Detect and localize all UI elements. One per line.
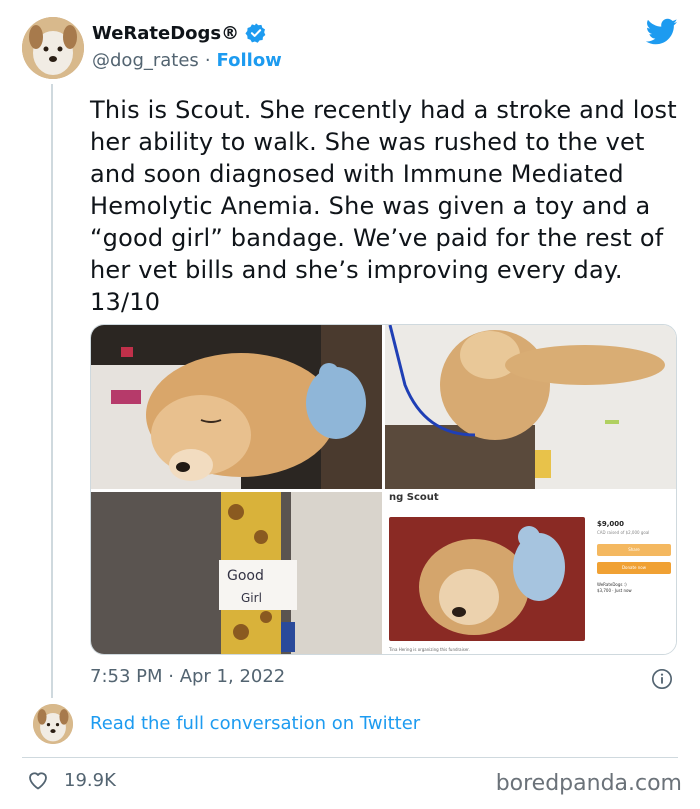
photo-dog-leash[interactable] [385,325,676,489]
fundraiser-title: ng Scout [389,492,439,503]
tweet-text: This is Scout. She recently had a stroke… [90,96,677,316]
fundraiser-amount-sub: CAD raised of $2,000 goal [597,530,650,535]
follow-button[interactable]: Follow [217,50,282,71]
thread-line [51,84,53,698]
bandage-text-girl: Girl [241,591,262,605]
bandage-text-good: Good [227,568,264,584]
fundraiser-footer: Tina Hering is organizing this fundraise… [389,647,470,652]
separator-dot: · [204,50,211,71]
tweet-media-grid[interactable]: Good Girl ng Scout $9,000 CAD raised of … [90,324,677,655]
boredpanda-watermark: boredpanda.com [495,771,682,796]
dog-avatar-image [22,17,84,79]
photo-fundraiser-screenshot[interactable]: ng Scout $9,000 CAD raised of $2,000 goa… [385,492,676,654]
fundraiser-share-button: Share [597,544,671,556]
photo-bandage-image: Good Girl [91,492,382,654]
like-button[interactable]: 19.9K [26,768,116,792]
heart-icon [29,772,47,790]
dog-avatar-small-image [33,704,73,744]
author-avatar[interactable] [22,17,84,79]
footer-divider [22,757,678,758]
conversation-avatar [33,704,73,744]
photo-dog-sleeping[interactable] [91,325,382,489]
like-count: 19.9K [64,769,116,791]
twitter-bird-icon[interactable] [646,18,678,46]
author-name-row: WeRateDogs® [92,22,267,44]
fundraiser-donor: WeRateDogs :) $3,700 · Just now [597,582,632,594]
photo-dog-sleeping-image [91,325,382,489]
verified-badge-icon [245,23,266,43]
fundraiser-photo [389,517,585,641]
author-handle-row: @dog_rates · Follow [92,50,282,71]
fundraiser-amount: $9,000 [597,520,625,528]
photo-dog-leash-image [385,325,676,489]
tweet-timestamp[interactable]: 7:53 PM · Apr 1, 2022 [90,666,285,687]
author-display-name[interactable]: WeRateDogs® [92,23,239,44]
fundraiser-donor-amount: $3,700 · Just now [597,588,632,593]
author-handle[interactable]: @dog_rates [92,50,199,71]
fundraiser-donate-button: Donate now [597,562,671,574]
photo-good-girl-bandage[interactable]: Good Girl [91,492,382,654]
read-full-conversation-link[interactable]: Read the full conversation on Twitter [90,713,420,734]
fundraiser-dog-image [389,517,585,641]
info-icon[interactable] [651,668,673,690]
